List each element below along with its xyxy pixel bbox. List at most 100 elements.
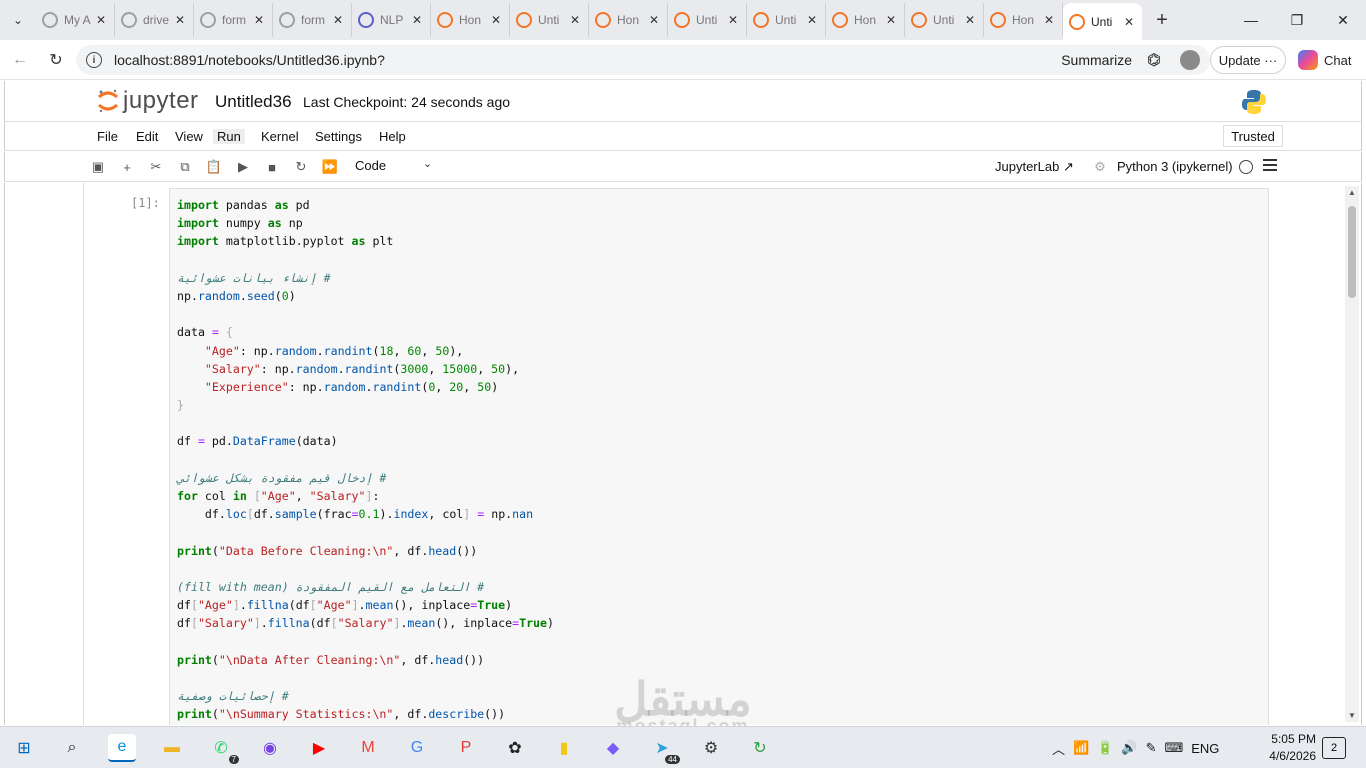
- favorites-icon[interactable]: ✩: [1142, 48, 1166, 72]
- search-icon[interactable]: ⌕: [58, 734, 86, 762]
- menu-run[interactable]: Run: [213, 129, 245, 144]
- stop-icon[interactable]: ■: [263, 158, 281, 176]
- jupyter-logo[interactable]: jupyter: [97, 87, 199, 115]
- gmail-icon[interactable]: M: [354, 734, 382, 762]
- update-button[interactable]: Update ···: [1210, 46, 1286, 74]
- run-icon[interactable]: ▶: [234, 158, 252, 176]
- browser-tab[interactable]: form ✕: [194, 3, 273, 37]
- refresh-app-icon[interactable]: ↻: [746, 734, 774, 762]
- browser-tab[interactable]: Hon ✕: [984, 3, 1063, 37]
- telegram-icon[interactable]: ➤ 44: [648, 734, 680, 764]
- copilot-app-icon[interactable]: ◆: [599, 734, 627, 762]
- browser-tab[interactable]: form ✕: [273, 3, 352, 37]
- cell-editor[interactable]: import pandas as pd import numpy as np imp…: [169, 188, 1269, 725]
- copy-icon[interactable]: ⧉: [176, 158, 194, 176]
- new-tab-button[interactable]: +: [1142, 0, 1182, 40]
- code-line[interactable]: for col in ["Age", "Salary"]:: [177, 487, 554, 505]
- code-line[interactable]: # إحصائيات وصفية: [177, 687, 554, 705]
- restart-icon[interactable]: ↻: [292, 158, 310, 176]
- youtube-icon[interactable]: ▶: [305, 734, 333, 762]
- code-line[interactable]: "Age": np.random.randint(18, 60, 50),: [177, 342, 554, 360]
- code-line[interactable]: print("Data Before Cleaning:\n", df.head…: [177, 542, 554, 560]
- menu-view[interactable]: View: [175, 129, 203, 144]
- code-line[interactable]: "Salary": np.random.randint(3000, 15000,…: [177, 360, 554, 378]
- code-line[interactable]: "Experience": np.random.randint(0, 20, 5…: [177, 378, 554, 396]
- reload-icon[interactable]: ↻: [38, 42, 74, 78]
- chatgpt-icon[interactable]: ✿: [501, 734, 529, 762]
- minimize-icon[interactable]: —: [1228, 0, 1274, 40]
- close-tab-icon[interactable]: ✕: [331, 13, 345, 27]
- code-line[interactable]: np.random.seed(0): [177, 287, 554, 305]
- browser-tab[interactable]: Unti ✕: [747, 3, 826, 37]
- firefox-icon[interactable]: ◉: [256, 734, 284, 762]
- browser-tab[interactable]: Unti ✕: [668, 3, 747, 37]
- chat-button[interactable]: Chat: [1292, 46, 1360, 74]
- keyboard-icon[interactable]: ⌨: [1164, 740, 1183, 756]
- battery-icon[interactable]: 🔋: [1097, 740, 1113, 756]
- browser-tab[interactable]: My A ✕: [36, 3, 115, 37]
- scrollbar[interactable]: ▲ ▼: [1345, 186, 1359, 722]
- add-cell-icon[interactable]: +: [118, 158, 136, 176]
- trusted-indicator[interactable]: Trusted: [1223, 125, 1283, 147]
- close-tab-icon[interactable]: ✕: [805, 13, 819, 27]
- browser-tab[interactable]: NLP ✕: [352, 3, 431, 37]
- network-icon[interactable]: 📶: [1073, 740, 1089, 756]
- url-text[interactable]: localhost:8891/notebooks/Untitled36.ipyn…: [114, 52, 385, 68]
- code-line[interactable]: df.loc[df.sample(frac=0.1).index, col] =…: [177, 505, 554, 523]
- code-line[interactable]: df["Salary"].fillna(df["Salary"].mean(),…: [177, 614, 554, 632]
- code-line[interactable]: import matplotlib.pyplot as plt: [177, 232, 554, 250]
- file-explorer-icon[interactable]: ▬: [158, 734, 186, 762]
- code-line[interactable]: [177, 633, 554, 651]
- close-tab-icon[interactable]: ✕: [647, 13, 661, 27]
- jupyterlab-link[interactable]: JupyterLab ↗: [995, 159, 1074, 175]
- browser-tab[interactable]: Unti ✕: [1063, 3, 1142, 40]
- notifications-icon[interactable]: 2: [1322, 737, 1346, 759]
- code-line[interactable]: df = pd.DataFrame(data): [177, 432, 554, 450]
- close-tab-icon[interactable]: ✕: [94, 13, 108, 27]
- summarize-button[interactable]: Summarize: [1061, 52, 1132, 68]
- cell-type-select[interactable]: Code ⌄: [355, 158, 435, 173]
- code-line[interactable]: import pandas as pd: [177, 196, 554, 214]
- code-line[interactable]: [177, 414, 554, 432]
- menu-kernel[interactable]: Kernel: [261, 129, 299, 144]
- site-info-icon[interactable]: i: [86, 52, 102, 68]
- close-tab-icon[interactable]: ✕: [1042, 13, 1056, 27]
- scroll-up-icon[interactable]: ▲: [1347, 188, 1357, 197]
- whatsapp-icon[interactable]: ✆ 7: [207, 734, 239, 764]
- browser-tab[interactable]: Hon ✕: [826, 3, 905, 37]
- browser-tab[interactable]: Unti ✕: [905, 3, 984, 37]
- close-tab-icon[interactable]: ✕: [252, 13, 266, 27]
- close-tab-icon[interactable]: ✕: [963, 13, 977, 27]
- menu-file[interactable]: File: [97, 129, 118, 144]
- close-tab-icon[interactable]: ✕: [173, 13, 187, 27]
- menu-help[interactable]: Help: [379, 129, 406, 144]
- close-tab-icon[interactable]: ✕: [489, 13, 503, 27]
- profile-avatar-icon[interactable]: [1178, 48, 1202, 72]
- pen-icon[interactable]: ✎: [1146, 740, 1157, 756]
- code-line[interactable]: [177, 523, 554, 541]
- back-icon[interactable]: ←: [2, 42, 38, 78]
- browser-tab[interactable]: drive ✕: [115, 3, 194, 37]
- google-icon[interactable]: G: [403, 734, 431, 762]
- chevron-up-icon[interactable]: ︿: [1052, 739, 1065, 758]
- settings-icon[interactable]: ⚙: [697, 734, 725, 762]
- close-tab-icon[interactable]: ✕: [726, 13, 740, 27]
- close-tab-icon[interactable]: ✕: [410, 13, 424, 27]
- code-line[interactable]: print("\nData After Cleaning:\n", df.hea…: [177, 651, 554, 669]
- notebook-title[interactable]: Untitled36: [215, 92, 292, 112]
- close-tab-icon[interactable]: ✕: [568, 13, 582, 27]
- browser-tab[interactable]: Hon ✕: [431, 3, 510, 37]
- fast-forward-icon[interactable]: ⏩: [321, 158, 339, 176]
- close-window-icon[interactable]: ✕: [1320, 0, 1366, 40]
- code-line[interactable]: [177, 251, 554, 269]
- power-bi-icon[interactable]: ▮: [550, 734, 578, 762]
- save-icon[interactable]: ▣: [89, 158, 107, 176]
- browser-tab[interactable]: Hon ✕: [589, 3, 668, 37]
- close-tab-icon[interactable]: ✕: [884, 13, 898, 27]
- menu-settings[interactable]: Settings: [315, 129, 362, 144]
- cut-icon[interactable]: ✂: [147, 158, 165, 176]
- code-line[interactable]: [177, 560, 554, 578]
- paste-icon[interactable]: 📋: [205, 158, 223, 176]
- code-line[interactable]: # إنشاء بيانات عشوائية: [177, 269, 554, 287]
- edge-icon[interactable]: e: [108, 734, 136, 762]
